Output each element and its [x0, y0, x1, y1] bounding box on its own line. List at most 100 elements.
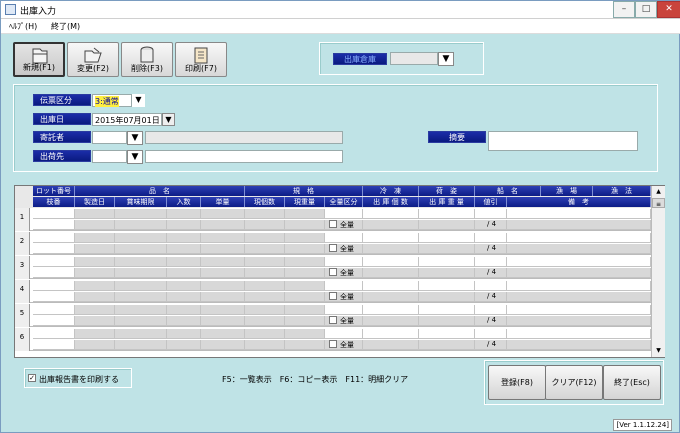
col-branch: 枝番: [33, 197, 75, 207]
consignor-dropdown[interactable]: ▼: [127, 131, 143, 145]
menu-bar: ﾍﾙﾌﾟ(H) 終了(M): [1, 19, 680, 34]
edit-button[interactable]: 変更(F2): [67, 42, 119, 77]
grid-cell[interactable]: [33, 257, 75, 267]
maximize-button[interactable]: □: [635, 1, 657, 18]
window-title: 出庫入力: [20, 7, 57, 17]
grid-cell: [167, 257, 201, 267]
grid-cell[interactable]: [475, 281, 507, 291]
grid-cell[interactable]: [33, 281, 75, 291]
table-row[interactable]: 1 全量 / 4: [15, 208, 651, 231]
minimize-button[interactable]: –: [613, 1, 635, 18]
all-quantity-checkbox[interactable]: [329, 220, 337, 228]
register-button[interactable]: 登録(F8): [488, 365, 546, 400]
grid-cell: [115, 257, 167, 267]
grid-cell[interactable]: [363, 209, 419, 219]
exit-button[interactable]: 終了(Esc): [603, 365, 661, 400]
col-current-weight: 現重量: [285, 197, 325, 207]
grid-cell: [325, 209, 363, 219]
grid-cell[interactable]: [507, 281, 651, 291]
grid-cell[interactable]: [419, 209, 475, 219]
menu-exit[interactable]: 終了(M): [51, 21, 80, 32]
grid-cell[interactable]: [419, 305, 475, 315]
grid-cell[interactable]: [363, 257, 419, 267]
ratio-label: / 4: [487, 220, 497, 228]
scroll-up-arrow[interactable]: ▲: [652, 186, 665, 198]
grid-cell[interactable]: [507, 305, 651, 315]
all-quantity-label: 全量: [340, 221, 354, 229]
grid-cell[interactable]: [33, 329, 75, 339]
status-bar: [Ver 1.1.12.24]: [9, 419, 676, 431]
ship-date-field[interactable]: 2015年07月01日: [92, 113, 162, 126]
warehouse-dropdown-button[interactable]: ▼: [438, 52, 454, 66]
grid-cell: [167, 268, 201, 278]
table-row[interactable]: 4 全量 / 4: [15, 280, 651, 303]
trash-icon: [140, 46, 154, 63]
grid-cell: [115, 340, 167, 350]
warehouse-field[interactable]: [390, 52, 438, 65]
memo-field[interactable]: [488, 131, 638, 151]
grid-cell[interactable]: [33, 209, 75, 219]
table-row[interactable]: 6 全量 / 4: [15, 328, 651, 351]
all-quantity-checkbox[interactable]: [329, 316, 337, 324]
clear-button[interactable]: クリア(F12): [545, 365, 603, 400]
grid-scrollbar[interactable]: ▲ ≡ ▼: [651, 186, 665, 357]
date-picker-button[interactable]: ▼: [162, 113, 175, 126]
table-row[interactable]: 5 全量 / 4: [15, 304, 651, 327]
grid-cell: [201, 233, 245, 243]
row-number: 2: [15, 232, 30, 255]
row-number: 3: [15, 256, 30, 279]
all-quantity-checkbox[interactable]: [329, 340, 337, 348]
destination-name-field[interactable]: [145, 150, 343, 163]
grid-cell: [325, 329, 363, 339]
table-row[interactable]: 2 全量 / 4: [15, 232, 651, 255]
grid-cell[interactable]: [419, 257, 475, 267]
grid-cell: [115, 220, 167, 230]
grid-cell[interactable]: [363, 305, 419, 315]
destination-code-field[interactable]: [92, 150, 127, 163]
slip-type-field[interactable]: 3:通常: [92, 94, 132, 107]
print-report-checkbox[interactable]: ✓: [28, 374, 36, 382]
grid-cell: [285, 233, 325, 243]
grid-cell[interactable]: [419, 281, 475, 291]
scroll-down-arrow[interactable]: ▼: [652, 345, 665, 357]
grid-cell[interactable]: [363, 281, 419, 291]
col-item-name: 品 名: [75, 186, 245, 196]
grid-cell[interactable]: [33, 233, 75, 243]
grid-cell[interactable]: [507, 257, 651, 267]
grid-cell[interactable]: [419, 233, 475, 243]
grid-cell[interactable]: [475, 329, 507, 339]
consignor-code-field[interactable]: [92, 131, 127, 144]
grid-cell[interactable]: [507, 209, 651, 219]
grid-cell[interactable]: [475, 233, 507, 243]
grid-cell: [33, 220, 75, 230]
detail-grid: ロット番号 品 名 規 格 冷 凍 荷 姿 船 名 漁 場 漁 法 枝番 製造日…: [14, 185, 665, 358]
grid-cell[interactable]: [475, 305, 507, 315]
grid-cell: [201, 305, 245, 315]
menu-help[interactable]: ﾍﾙﾌﾟ(H): [9, 21, 37, 32]
grid-cell[interactable]: [33, 305, 75, 315]
grid-cell: [507, 340, 651, 350]
grid-cell[interactable]: [363, 329, 419, 339]
grid-cell[interactable]: [507, 329, 651, 339]
delete-button[interactable]: 削除(F3): [121, 42, 173, 77]
all-quantity-checkbox[interactable]: [329, 268, 337, 276]
grid-cell[interactable]: [507, 233, 651, 243]
grid-cell[interactable]: [419, 329, 475, 339]
scroll-thumb[interactable]: ≡: [652, 198, 665, 208]
slip-type-dropdown[interactable]: ▼: [132, 94, 145, 107]
grid-cell: [419, 292, 475, 302]
grid-cell[interactable]: [363, 233, 419, 243]
grid-cell: [201, 268, 245, 278]
close-button[interactable]: ✕: [657, 1, 680, 18]
grid-cell: [363, 244, 419, 254]
all-quantity-checkbox[interactable]: [329, 292, 337, 300]
grid-cell[interactable]: [475, 209, 507, 219]
print-button[interactable]: 印刷(F7): [175, 42, 227, 77]
table-row[interactable]: 3 全量 / 4: [15, 256, 651, 279]
grid-cell: [201, 244, 245, 254]
destination-dropdown[interactable]: ▼: [127, 150, 143, 164]
version-label: [Ver 1.1.12.24]: [613, 419, 672, 431]
all-quantity-checkbox[interactable]: [329, 244, 337, 252]
new-button[interactable]: 新規(F1): [13, 42, 65, 77]
grid-cell[interactable]: [475, 257, 507, 267]
